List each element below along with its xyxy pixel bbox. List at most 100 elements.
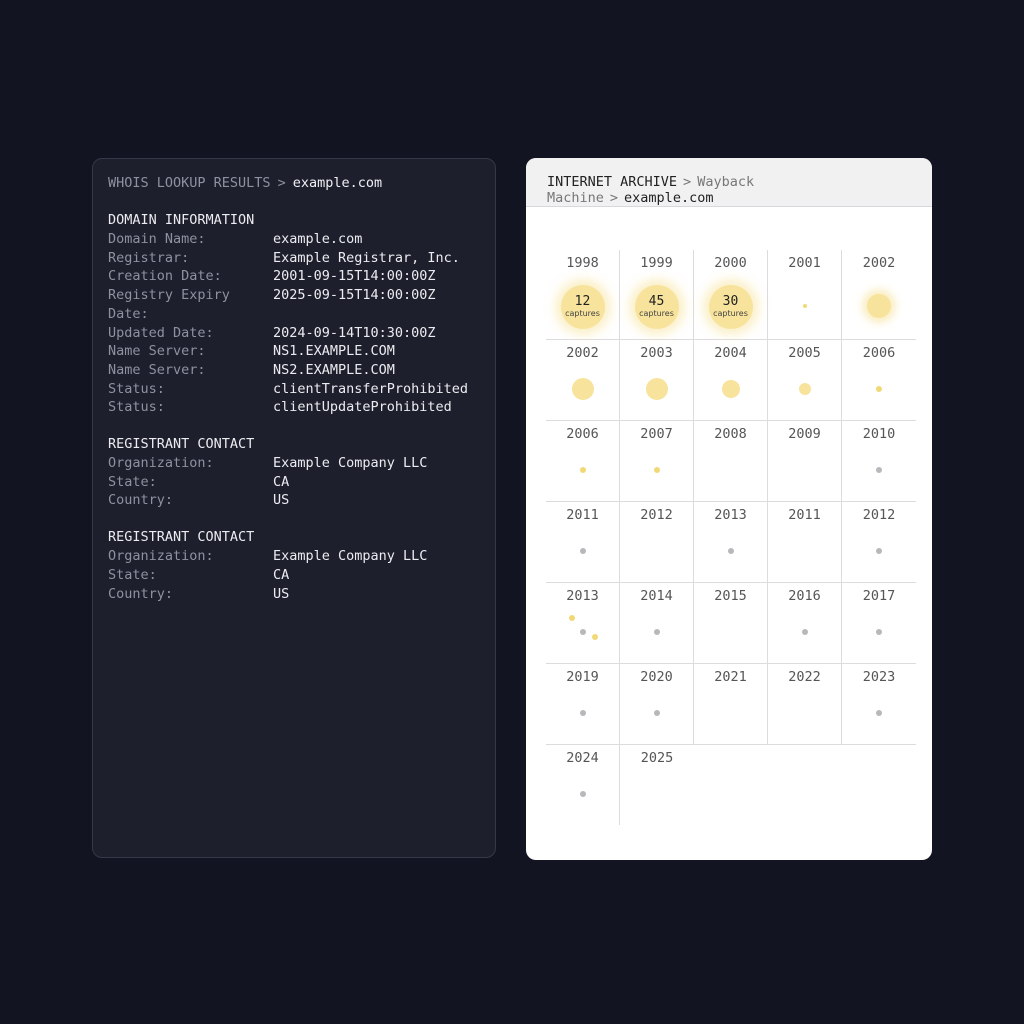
year-label: 2006 [862, 345, 896, 361]
capture-dot[interactable] [876, 710, 882, 716]
year-cell[interactable]: 2010 [842, 421, 916, 501]
field-label: Organization: [108, 548, 214, 565]
year-cell[interactable]: 2009 [768, 421, 842, 501]
capture-dot[interactable] [580, 710, 586, 716]
field-label: Updated Date: [108, 324, 214, 341]
year-label: 2020 [640, 669, 673, 685]
capture-dot[interactable] [580, 629, 586, 635]
field-value: NS1.EXAMPLE.COM [273, 343, 395, 360]
capture-dot[interactable] [572, 378, 594, 400]
year-label: 2012 [862, 507, 896, 523]
year-cell[interactable]: 2013 [694, 502, 768, 582]
wayback-breadcrumb: INTERNET ARCHIVE > Wayback Machine > example… [526, 158, 932, 207]
year-cell[interactable]: 2020 [620, 664, 694, 744]
year-cell[interactable]: 2011 [768, 502, 842, 582]
capture-dot[interactable] [580, 548, 586, 554]
breadcrumb-root[interactable]: INTERNET ARCHIVE [547, 174, 677, 190]
capture-dot[interactable] [728, 548, 734, 554]
breadcrumb-root[interactable]: WHOIS LOOKUP RESULTS [108, 175, 271, 191]
capture-dot[interactable] [654, 710, 660, 716]
capture-bubble[interactable]: 12 captures [560, 285, 605, 329]
year-cell[interactable]: 2023 [842, 664, 916, 744]
year-cell[interactable]: 2014 [620, 583, 694, 663]
year-cell[interactable]: 1998 12 captures [546, 250, 620, 339]
capture-dot[interactable] [580, 791, 586, 797]
field-label: Organization: [108, 455, 214, 472]
field-value: CA [273, 473, 290, 490]
capture-bubble[interactable]: 30 captures [708, 285, 753, 329]
capture-dot[interactable] [803, 304, 807, 308]
year-row: 2013 2014 2015 2016 2017 [546, 583, 916, 664]
field-value: US [273, 492, 290, 509]
whois-row: Creation Date: 2001-09-15T14:00:00Z [108, 267, 480, 286]
year-label: 2022 [788, 669, 821, 685]
whois-row: State: CA [108, 473, 480, 492]
year-label: 2019 [566, 669, 599, 685]
capture-dot[interactable] [654, 467, 660, 473]
capture-dot[interactable] [654, 629, 660, 635]
year-cell[interactable]: 2017 [842, 583, 916, 663]
year-label: 2013 [566, 588, 599, 604]
year-label: 2014 [640, 588, 673, 604]
capture-dot[interactable] [867, 294, 891, 318]
year-cell[interactable]: 2003 [620, 340, 694, 420]
capture-caption: captures [639, 309, 674, 318]
field-value: CA [273, 566, 290, 583]
year-label: 2015 [714, 588, 747, 604]
whois-section: REGISTRANT CONTACT Organization: Example C… [108, 528, 480, 603]
year-cell[interactable]: 2015 [694, 583, 768, 663]
capture-dot[interactable] [876, 548, 882, 554]
year-cell[interactable]: 2019 [546, 664, 620, 744]
year-cell[interactable]: 2002 [842, 250, 916, 339]
year-cell[interactable]: 2004 [694, 340, 768, 420]
year-cell[interactable]: 2021 [694, 664, 768, 744]
year-cell[interactable]: 2002 [546, 340, 620, 420]
year-cell[interactable]: 2000 30 captures [694, 250, 768, 339]
capture-dot[interactable] [722, 380, 740, 398]
year-cell[interactable]: 2025 [620, 745, 694, 825]
year-label: 2004 [714, 345, 747, 361]
year-cell[interactable]: 2005 [768, 340, 842, 420]
year-cell[interactable]: 2008 [694, 421, 768, 501]
capture-dot[interactable] [646, 378, 668, 400]
year-label: 2003 [640, 345, 673, 361]
year-cell[interactable]: 2016 [768, 583, 842, 663]
year-cell[interactable]: 1999 45 captures [620, 250, 694, 339]
capture-caption: captures [565, 309, 600, 318]
capture-bubble[interactable]: 45 captures [634, 285, 679, 329]
year-label: 2017 [862, 588, 896, 604]
year-label: 2008 [714, 426, 747, 442]
field-value: NS2.EXAMPLE.COM [273, 361, 395, 378]
field-value: Example Registrar, Inc. [273, 249, 460, 266]
field-value: clientTransferProhibited [273, 380, 469, 397]
capture-dot[interactable] [592, 634, 598, 640]
capture-dot[interactable] [876, 386, 882, 392]
capture-dot[interactable] [799, 383, 811, 395]
year-cell[interactable]: 2013 [546, 583, 620, 663]
year-cell[interactable]: 2006 [842, 340, 916, 420]
year-row: 2002 2003 2004 2005 2006 [546, 340, 916, 421]
year-cell[interactable]: 2012 [620, 502, 694, 582]
field-label: Country: [108, 585, 174, 602]
field-value: clientUpdateProhibited [273, 399, 452, 416]
year-label: 2000 [714, 255, 747, 271]
year-cell[interactable]: 2006 [546, 421, 620, 501]
capture-dot[interactable] [876, 629, 882, 635]
whois-row: Name Server: NS1.EXAMPLE.COM [108, 342, 480, 361]
year-cell[interactable]: 2007 [620, 421, 694, 501]
year-cell[interactable]: 2001 [768, 250, 842, 339]
capture-dot[interactable] [802, 629, 808, 635]
year-cell[interactable]: 2024 [546, 745, 620, 825]
year-cell[interactable]: 2011 [546, 502, 620, 582]
capture-dot[interactable] [876, 467, 882, 473]
field-value: Example Company LLC [273, 548, 428, 565]
year-row: 2011 2012 2013 2011 2012 [546, 502, 916, 583]
field-label: State: [108, 566, 157, 583]
year-label: 1999 [640, 255, 673, 271]
field-value: US [273, 585, 290, 602]
capture-dot[interactable] [580, 467, 586, 473]
whois-sections: DOMAIN INFORMATION Domain Name: example.co… [108, 211, 480, 603]
year-cell[interactable]: 2022 [768, 664, 842, 744]
year-cell[interactable]: 2012 [842, 502, 916, 582]
capture-dot[interactable] [569, 615, 575, 621]
